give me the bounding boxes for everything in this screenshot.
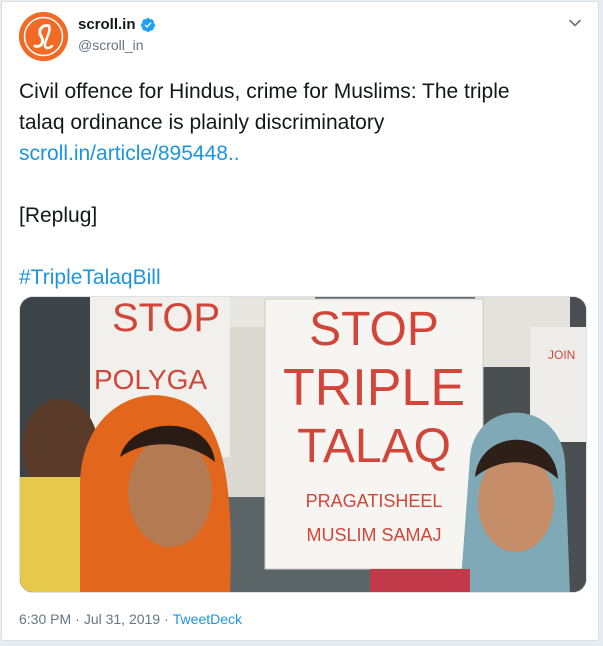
account-handle[interactable]: @scroll_in — [78, 37, 144, 53]
tweet-text: Civil offence for Hindus, crime for Musl… — [19, 76, 579, 293]
left-sign-text: STOP — [112, 297, 220, 340]
person-clothing — [370, 569, 470, 592]
main-sign-text: MUSLIM SAMAJ — [306, 525, 441, 545]
left-sign-text: POLYGA — [94, 364, 207, 395]
avatar[interactable] — [19, 12, 68, 61]
tweet-time[interactable]: 6:30 PM — [19, 611, 71, 627]
footer-separator: · — [75, 611, 80, 627]
tweet-text-line: talaq ordinance is plainly discriminator… — [19, 111, 385, 134]
scroll-logo-icon — [19, 12, 68, 61]
verified-badge-icon — [140, 17, 155, 32]
tweet-footer: 6:30 PM · Jul 31, 2019 · TweetDeck — [19, 611, 242, 627]
right-sign-text: JOIN — [548, 348, 575, 362]
person-face — [128, 437, 212, 547]
main-sign-text: TALAQ — [297, 420, 451, 473]
chevron-down-icon[interactable] — [568, 16, 582, 30]
tweet-text-line: Civil offence for Hindus, crime for Musl… — [19, 80, 510, 103]
protest-photo: JOIN STOP POLYGA STOP TRIPLE TALAQ PRAGA… — [20, 297, 586, 592]
tweet-source-link[interactable]: TweetDeck — [173, 611, 242, 627]
main-sign-text: STOP — [309, 303, 439, 356]
main-sign-text: TRIPLE — [283, 359, 465, 417]
replug-text: [Replug] — [19, 204, 98, 227]
display-name[interactable]: scroll.in — [78, 16, 136, 33]
article-link[interactable]: scroll.in/article/895448.. — [19, 138, 579, 169]
tweet-card: scroll.in @scroll_in Civil offence for H… — [1, 1, 599, 641]
hashtag-link[interactable]: #TripleTalaqBill — [19, 262, 579, 293]
person-shirt — [20, 477, 90, 592]
tweet-date[interactable]: Jul 31, 2019 — [84, 611, 160, 627]
tweet-photo[interactable]: JOIN STOP POLYGA STOP TRIPLE TALAQ PRAGA… — [19, 296, 587, 593]
footer-separator: · — [164, 611, 169, 627]
account-name-row[interactable]: scroll.in — [78, 16, 156, 33]
main-sign-text: PRAGATISHEEL — [306, 491, 443, 511]
